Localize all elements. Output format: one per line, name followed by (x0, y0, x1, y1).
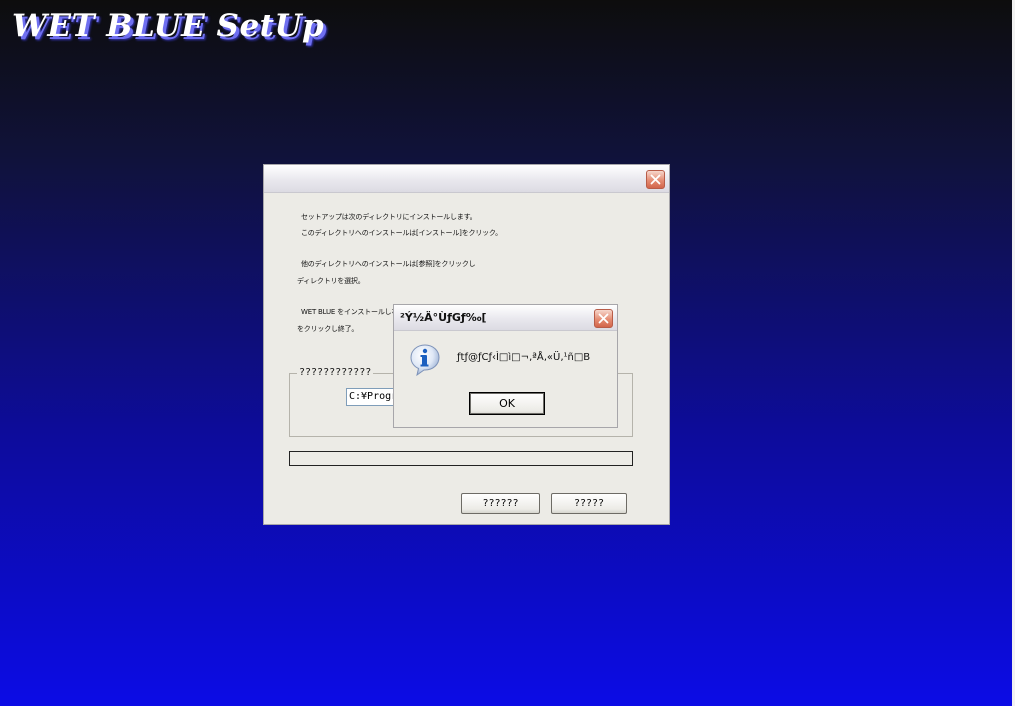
error-message-box: ²Ý½Ä°ÙƒGƒ‰[ ƒtƒ@ƒCƒ‹Ì□ì□¬‚ªÅ‚«Ü‚¹ñ□B OK (393, 304, 618, 428)
setup-button-1[interactable]: ?????? (461, 493, 540, 514)
setup-text-line-2: このディレクトリへのインストールは[インストール]をクリック。 (301, 229, 502, 237)
close-icon (598, 313, 609, 324)
setup-text-line-5: WET BLUE をインストールしない (301, 308, 406, 316)
ok-button[interactable]: OK (469, 392, 545, 415)
setup-text-line-1: セットアップは次のディレクトリにインストールします。 (301, 213, 477, 221)
setup-text-line-6: をクリックし終了。 (297, 325, 359, 333)
install-directory-group-label: ???????????? (297, 367, 374, 379)
message-box-title: ²Ý½Ä°ÙƒGƒ‰[ (400, 311, 487, 324)
setup-titlebar (264, 165, 669, 193)
message-box-close-button[interactable] (594, 309, 613, 328)
close-icon (650, 174, 661, 185)
setup-close-button[interactable] (646, 170, 665, 189)
install-progress-bar (289, 451, 633, 466)
setup-button-2[interactable]: ????? (551, 493, 627, 514)
app-title: WET BLUE SetUp (12, 8, 325, 44)
info-icon (410, 344, 440, 377)
message-box-text: ƒtƒ@ƒCƒ‹Ì□ì□¬‚ªÅ‚«Ü‚¹ñ□B (457, 352, 591, 363)
setup-text-line-3: 他のディレクトリへのインストールは[参照]をクリックし (301, 260, 476, 268)
message-box-titlebar: ²Ý½Ä°ÙƒGƒ‰[ (394, 305, 617, 331)
setup-text-line-4: ディレクトリを選択。 (297, 277, 365, 285)
